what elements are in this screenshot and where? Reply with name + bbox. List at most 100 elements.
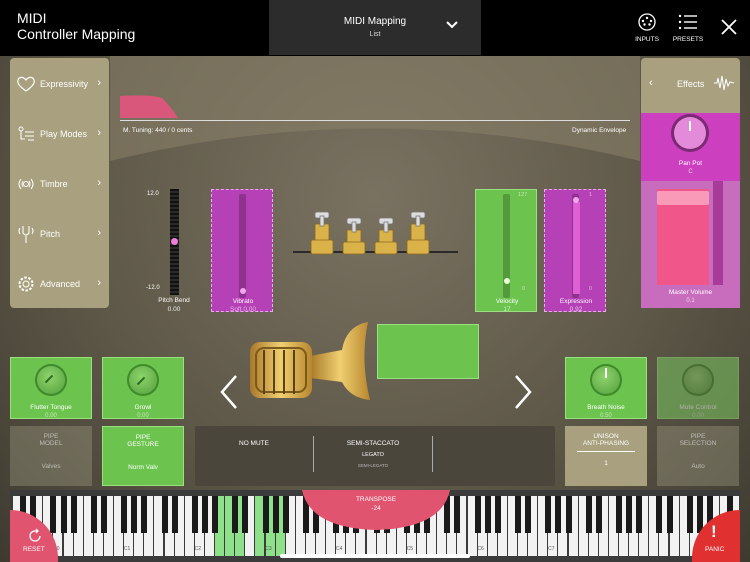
black-key[interactable]	[161, 496, 168, 533]
effects-label[interactable]: Effects	[677, 79, 704, 89]
black-key[interactable]	[70, 496, 77, 533]
warning-icon: !	[711, 522, 717, 541]
black-key[interactable]	[595, 496, 602, 533]
tuning-readout: M. Tuning: 440 / 0 cents	[123, 127, 193, 134]
effects-panel: ‹ Effects Pan Pot C Master Volume 0.1	[641, 58, 740, 308]
black-key[interactable]	[515, 496, 521, 533]
black-key[interactable]	[141, 496, 148, 533]
transpose-value: -24	[371, 505, 381, 512]
black-key[interactable]	[636, 496, 643, 533]
pitch-bend-max: 12.0	[147, 191, 159, 197]
black-key[interactable]	[525, 496, 532, 533]
pipe-model-button[interactable]: PIPE MODEL Valves	[10, 426, 92, 486]
black-key[interactable]	[242, 496, 249, 533]
articulation-sub1[interactable]: LEGATO	[313, 452, 433, 458]
vibrato-slider[interactable]: Vibrato Soft 0.00	[211, 189, 273, 313]
vibrato-track[interactable]	[239, 194, 246, 298]
menu-item-pitch[interactable]: Pitch ›	[10, 208, 109, 258]
black-key[interactable]	[232, 496, 239, 533]
black-key[interactable]	[131, 496, 138, 533]
octave-label: C2	[194, 546, 201, 552]
instrument-drop-pad[interactable]	[377, 324, 479, 379]
menu-item-timbre[interactable]: Timbre ›	[10, 158, 109, 208]
volume-value: 0.1	[686, 298, 695, 304]
volume-label: Master Volume	[668, 289, 713, 296]
previous-instrument-icon[interactable]	[218, 374, 240, 410]
pitch-bend-control[interactable]: 12.0 -12.0 Pitch Bend 0.00	[143, 189, 205, 313]
menu-item-expressivity[interactable]: Expressivity ›	[10, 58, 109, 108]
breath-noise-knob-box[interactable]: Breath Noise 0.50	[565, 357, 647, 419]
vibrato-handle[interactable]	[240, 288, 246, 294]
expression-value: 0.92	[569, 306, 583, 313]
midi-mapping-selector[interactable]: MIDI Mapping List	[269, 0, 481, 55]
black-key[interactable]	[100, 496, 107, 533]
black-key[interactable]	[616, 496, 622, 533]
black-key[interactable]	[171, 496, 178, 533]
black-key[interactable]	[212, 496, 218, 533]
pan-pot-control[interactable]: Pan Pot C	[641, 113, 740, 181]
black-key[interactable]	[454, 496, 461, 533]
pipe-model-label-2: MODEL	[39, 440, 63, 447]
black-key[interactable]	[626, 496, 633, 533]
menu-item-play-modes[interactable]: Play Modes ›	[10, 108, 109, 158]
black-key[interactable]	[474, 496, 481, 533]
master-volume-control[interactable]: Master Volume 0.1	[641, 181, 740, 308]
inputs-label: INPUTS	[635, 36, 659, 43]
black-key[interactable]	[545, 496, 552, 533]
black-key[interactable]	[272, 496, 279, 533]
articulation-sub2[interactable]: SEMI-LEGATO	[313, 463, 433, 468]
black-key[interactable]	[494, 496, 501, 533]
unison-anti-phasing-button[interactable]: UNISON ANTI-PHASING 1	[565, 426, 647, 486]
growl-knob-box[interactable]: Growl 0.00	[102, 357, 184, 419]
mute-control-knob-box[interactable]: Mute Control 0.00	[657, 357, 739, 419]
articulation-main[interactable]: SEMI-STACCATO	[313, 440, 433, 447]
menu-item-advanced[interactable]: Advanced ›	[10, 258, 109, 308]
pipe-selection-label-1: PIPE	[690, 433, 706, 440]
breath-noise-knob[interactable]	[590, 364, 622, 396]
black-key[interactable]	[201, 496, 208, 533]
pan-knob[interactable]	[674, 117, 706, 149]
pipe-gesture-button[interactable]: PIPE GESTURE Norm Valv	[102, 426, 184, 486]
flutter-tongue-knob-box[interactable]: Flutter Tongue 0.00	[10, 357, 92, 419]
valves-image	[293, 211, 458, 255]
next-instrument-icon[interactable]	[512, 374, 534, 410]
mute-control-knob[interactable]	[682, 364, 714, 396]
growl-knob[interactable]	[127, 364, 159, 396]
volume-handle[interactable]	[657, 191, 709, 205]
black-key[interactable]	[484, 496, 491, 533]
presets-button[interactable]: PRESETS	[670, 12, 706, 43]
black-key[interactable]	[666, 496, 673, 533]
black-key[interactable]	[60, 496, 67, 533]
black-key[interactable]	[121, 496, 128, 533]
flutter-tongue-knob[interactable]	[35, 364, 67, 396]
expression-label: Expression	[559, 298, 593, 305]
black-key[interactable]	[90, 496, 97, 533]
velocity-handle[interactable]	[504, 278, 510, 284]
black-key[interactable]	[191, 496, 198, 533]
chevron-right-icon: ›	[97, 127, 101, 139]
mapping-subtitle: List	[369, 31, 381, 38]
pipe-selection-button[interactable]: PIPE SELECTION Auto	[657, 426, 739, 486]
black-key[interactable]	[282, 496, 289, 533]
inputs-button[interactable]: INPUTS	[629, 12, 665, 43]
transpose-control[interactable]: TRANSPOSE -24	[302, 496, 450, 512]
expression-slider[interactable]: 1 0 Expression 0.92	[544, 189, 606, 313]
top-bar: MIDI Controller Mapping MIDI Mapping Lis…	[0, 0, 750, 56]
pitch-bend-handle[interactable]	[171, 238, 178, 245]
black-key[interactable]	[555, 496, 562, 533]
black-key[interactable]	[585, 496, 592, 533]
mute-selector[interactable]: NO MUTE	[195, 440, 313, 447]
expression-handle[interactable]	[573, 197, 579, 203]
tuning-fork-icon	[18, 226, 34, 243]
flutter-tongue-label: Flutter Tongue	[30, 404, 72, 411]
velocity-slider[interactable]: 127 0 Velocity 17	[475, 189, 537, 313]
black-key[interactable]	[656, 496, 663, 533]
black-key[interactable]	[565, 496, 572, 533]
black-key[interactable]	[686, 496, 693, 533]
black-key[interactable]	[50, 496, 57, 533]
dynamic-envelope-label[interactable]: Dynamic Envelope	[572, 127, 626, 134]
close-icon[interactable]	[720, 18, 738, 36]
chevron-left-icon[interactable]: ‹	[649, 77, 653, 89]
black-key[interactable]	[262, 496, 269, 533]
pan-label: Pan Pot	[678, 160, 703, 167]
